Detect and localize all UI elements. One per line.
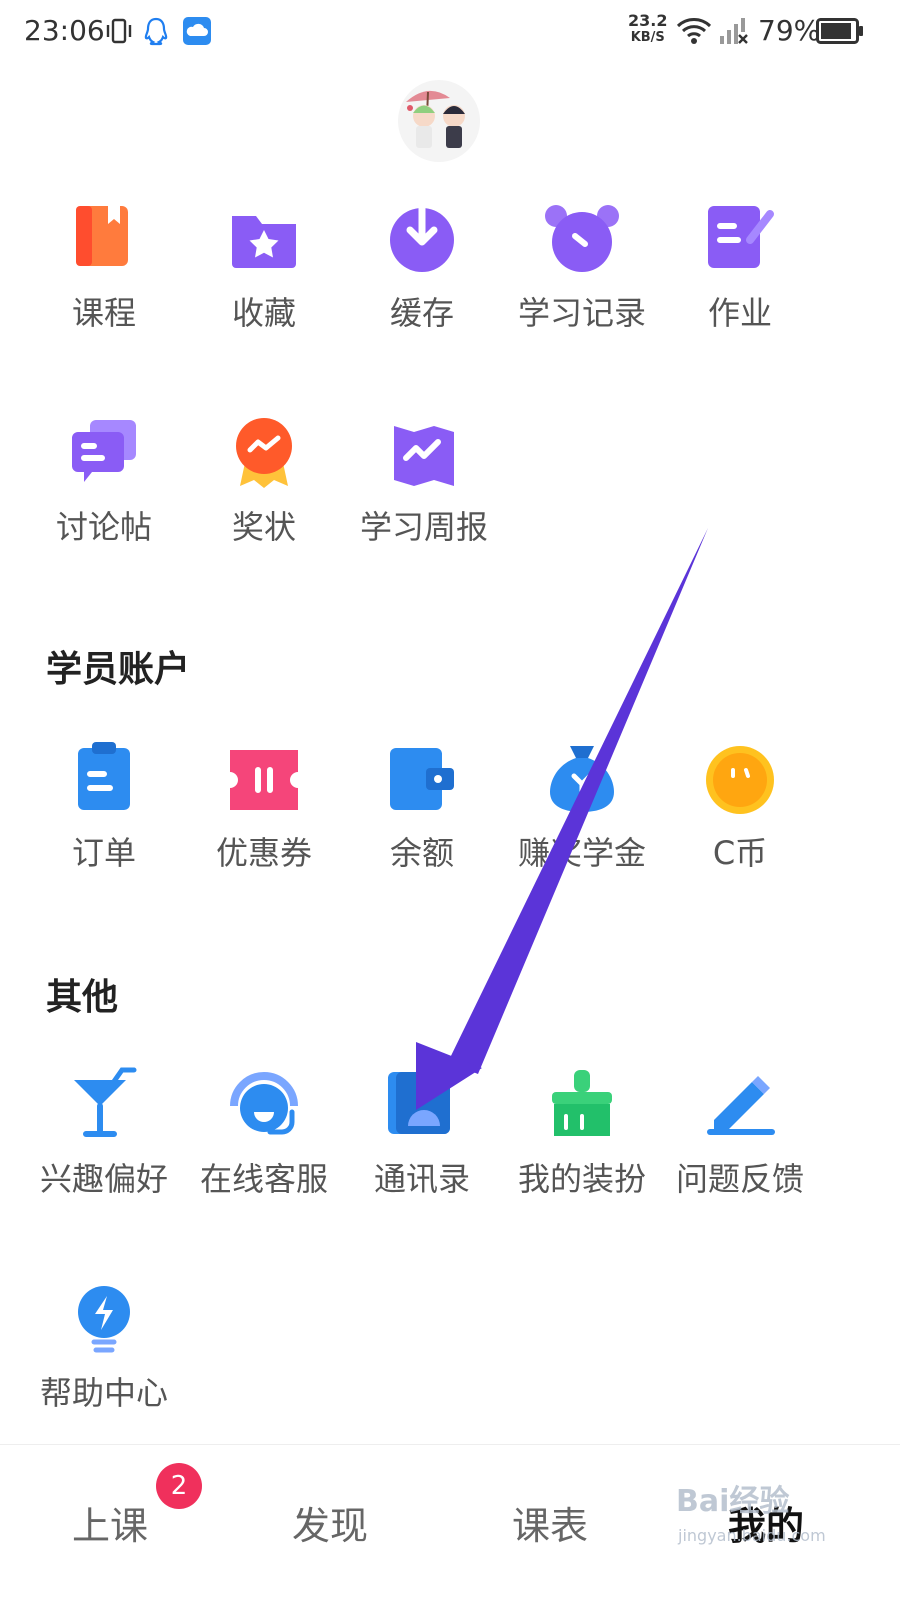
- bottom-tab-bar: 上课 2 发现 课表 我的: [0, 1444, 900, 1601]
- coupon-ticket-icon: [224, 740, 304, 820]
- study-record-clock-icon: [542, 200, 622, 280]
- tab-label: 发现: [292, 1504, 369, 1548]
- customer-service-headset-icon: [224, 1066, 304, 1146]
- other-item-dress-up[interactable]: 我的装扮: [502, 1066, 662, 1246]
- section-title-account: 学员账户: [46, 649, 191, 690]
- other-item-interest[interactable]: 兴趣偏好: [24, 1066, 184, 1246]
- watermark-logo: Bai经验: [676, 1484, 790, 1519]
- feature-cache[interactable]: 缓存: [342, 196, 502, 380]
- feature-label: 作业: [707, 294, 772, 332]
- signal-icon: [718, 16, 750, 50]
- dress-up-brush-icon: [542, 1066, 622, 1146]
- status-time: 23:06: [24, 14, 105, 47]
- tab-label: 上课: [72, 1504, 149, 1548]
- feedback-pencil-icon: [700, 1066, 780, 1146]
- weekly-report-map-icon: [384, 414, 464, 494]
- account-item-c-coin[interactable]: C币: [660, 740, 820, 920]
- order-clipboard-icon: [64, 740, 144, 820]
- feature-study-record[interactable]: 学习记录: [502, 200, 662, 380]
- qq-icon: [142, 16, 170, 50]
- status-bar: 23:06 23.2 KB/S 79%: [0, 0, 900, 64]
- account-item-coupon[interactable]: 优惠券: [184, 740, 344, 920]
- section-title-other: 其他: [46, 977, 119, 1018]
- battery-percent: 79%: [758, 14, 821, 47]
- tab-label: 课表: [512, 1504, 589, 1548]
- feature-discussion[interactable]: 讨论帖: [24, 414, 184, 594]
- vibrate-icon: [104, 16, 134, 50]
- certificate-medal-icon: [224, 414, 304, 494]
- network-speed: 23.2 KB/S: [628, 12, 667, 46]
- cloud-app-icon: [182, 16, 212, 50]
- network-speed-unit: KB/S: [630, 30, 665, 45]
- notification-badge: 2: [156, 1463, 202, 1509]
- feature-certificate[interactable]: 奖状: [184, 414, 344, 594]
- account-label: C币: [712, 834, 768, 872]
- c-coin-icon: [700, 740, 780, 820]
- contacts-book-icon: [382, 1066, 462, 1146]
- tab-class[interactable]: 上课: [72, 1495, 148, 1550]
- feature-favorites[interactable]: 收藏: [184, 200, 344, 380]
- account-item-scholarship[interactable]: 赚奖学金: [502, 740, 662, 920]
- other-label: 问题反馈: [675, 1160, 804, 1198]
- help-bulb-icon: [64, 1280, 144, 1360]
- cache-download-icon: [382, 196, 462, 280]
- interest-cocktail-icon: [64, 1066, 144, 1146]
- feature-course[interactable]: 课程: [24, 200, 184, 380]
- scholarship-bag-icon: [542, 740, 622, 820]
- feature-label: 学习周报: [359, 508, 488, 546]
- battery-icon: [816, 18, 864, 48]
- tab-schedule[interactable]: 课表: [512, 1495, 588, 1550]
- feature-homework[interactable]: 作业: [660, 200, 820, 380]
- course-book-icon: [64, 200, 144, 280]
- watermark-url: jingyan.baidu.com: [678, 1526, 826, 1545]
- balance-wallet-icon: [382, 740, 462, 820]
- tab-discover[interactable]: 发现: [292, 1495, 368, 1550]
- account-item-order[interactable]: 订单: [24, 740, 184, 920]
- other-item-contacts[interactable]: 通讯录: [342, 1066, 502, 1246]
- favorites-folder-icon: [224, 200, 304, 280]
- other-item-help-center[interactable]: 帮助中心: [24, 1280, 184, 1460]
- wifi-icon: [676, 16, 712, 50]
- discussion-chat-icon: [64, 414, 144, 494]
- other-item-customer-service[interactable]: 在线客服: [184, 1066, 344, 1246]
- avatar[interactable]: [398, 80, 480, 162]
- network-speed-value: 23.2: [628, 11, 668, 30]
- homework-edit-icon: [700, 200, 780, 280]
- other-label: 帮助中心: [39, 1374, 168, 1412]
- other-item-feedback[interactable]: 问题反馈: [660, 1066, 820, 1246]
- feature-weekly-report[interactable]: 学习周报: [344, 414, 504, 594]
- account-item-balance[interactable]: 余额: [342, 740, 502, 920]
